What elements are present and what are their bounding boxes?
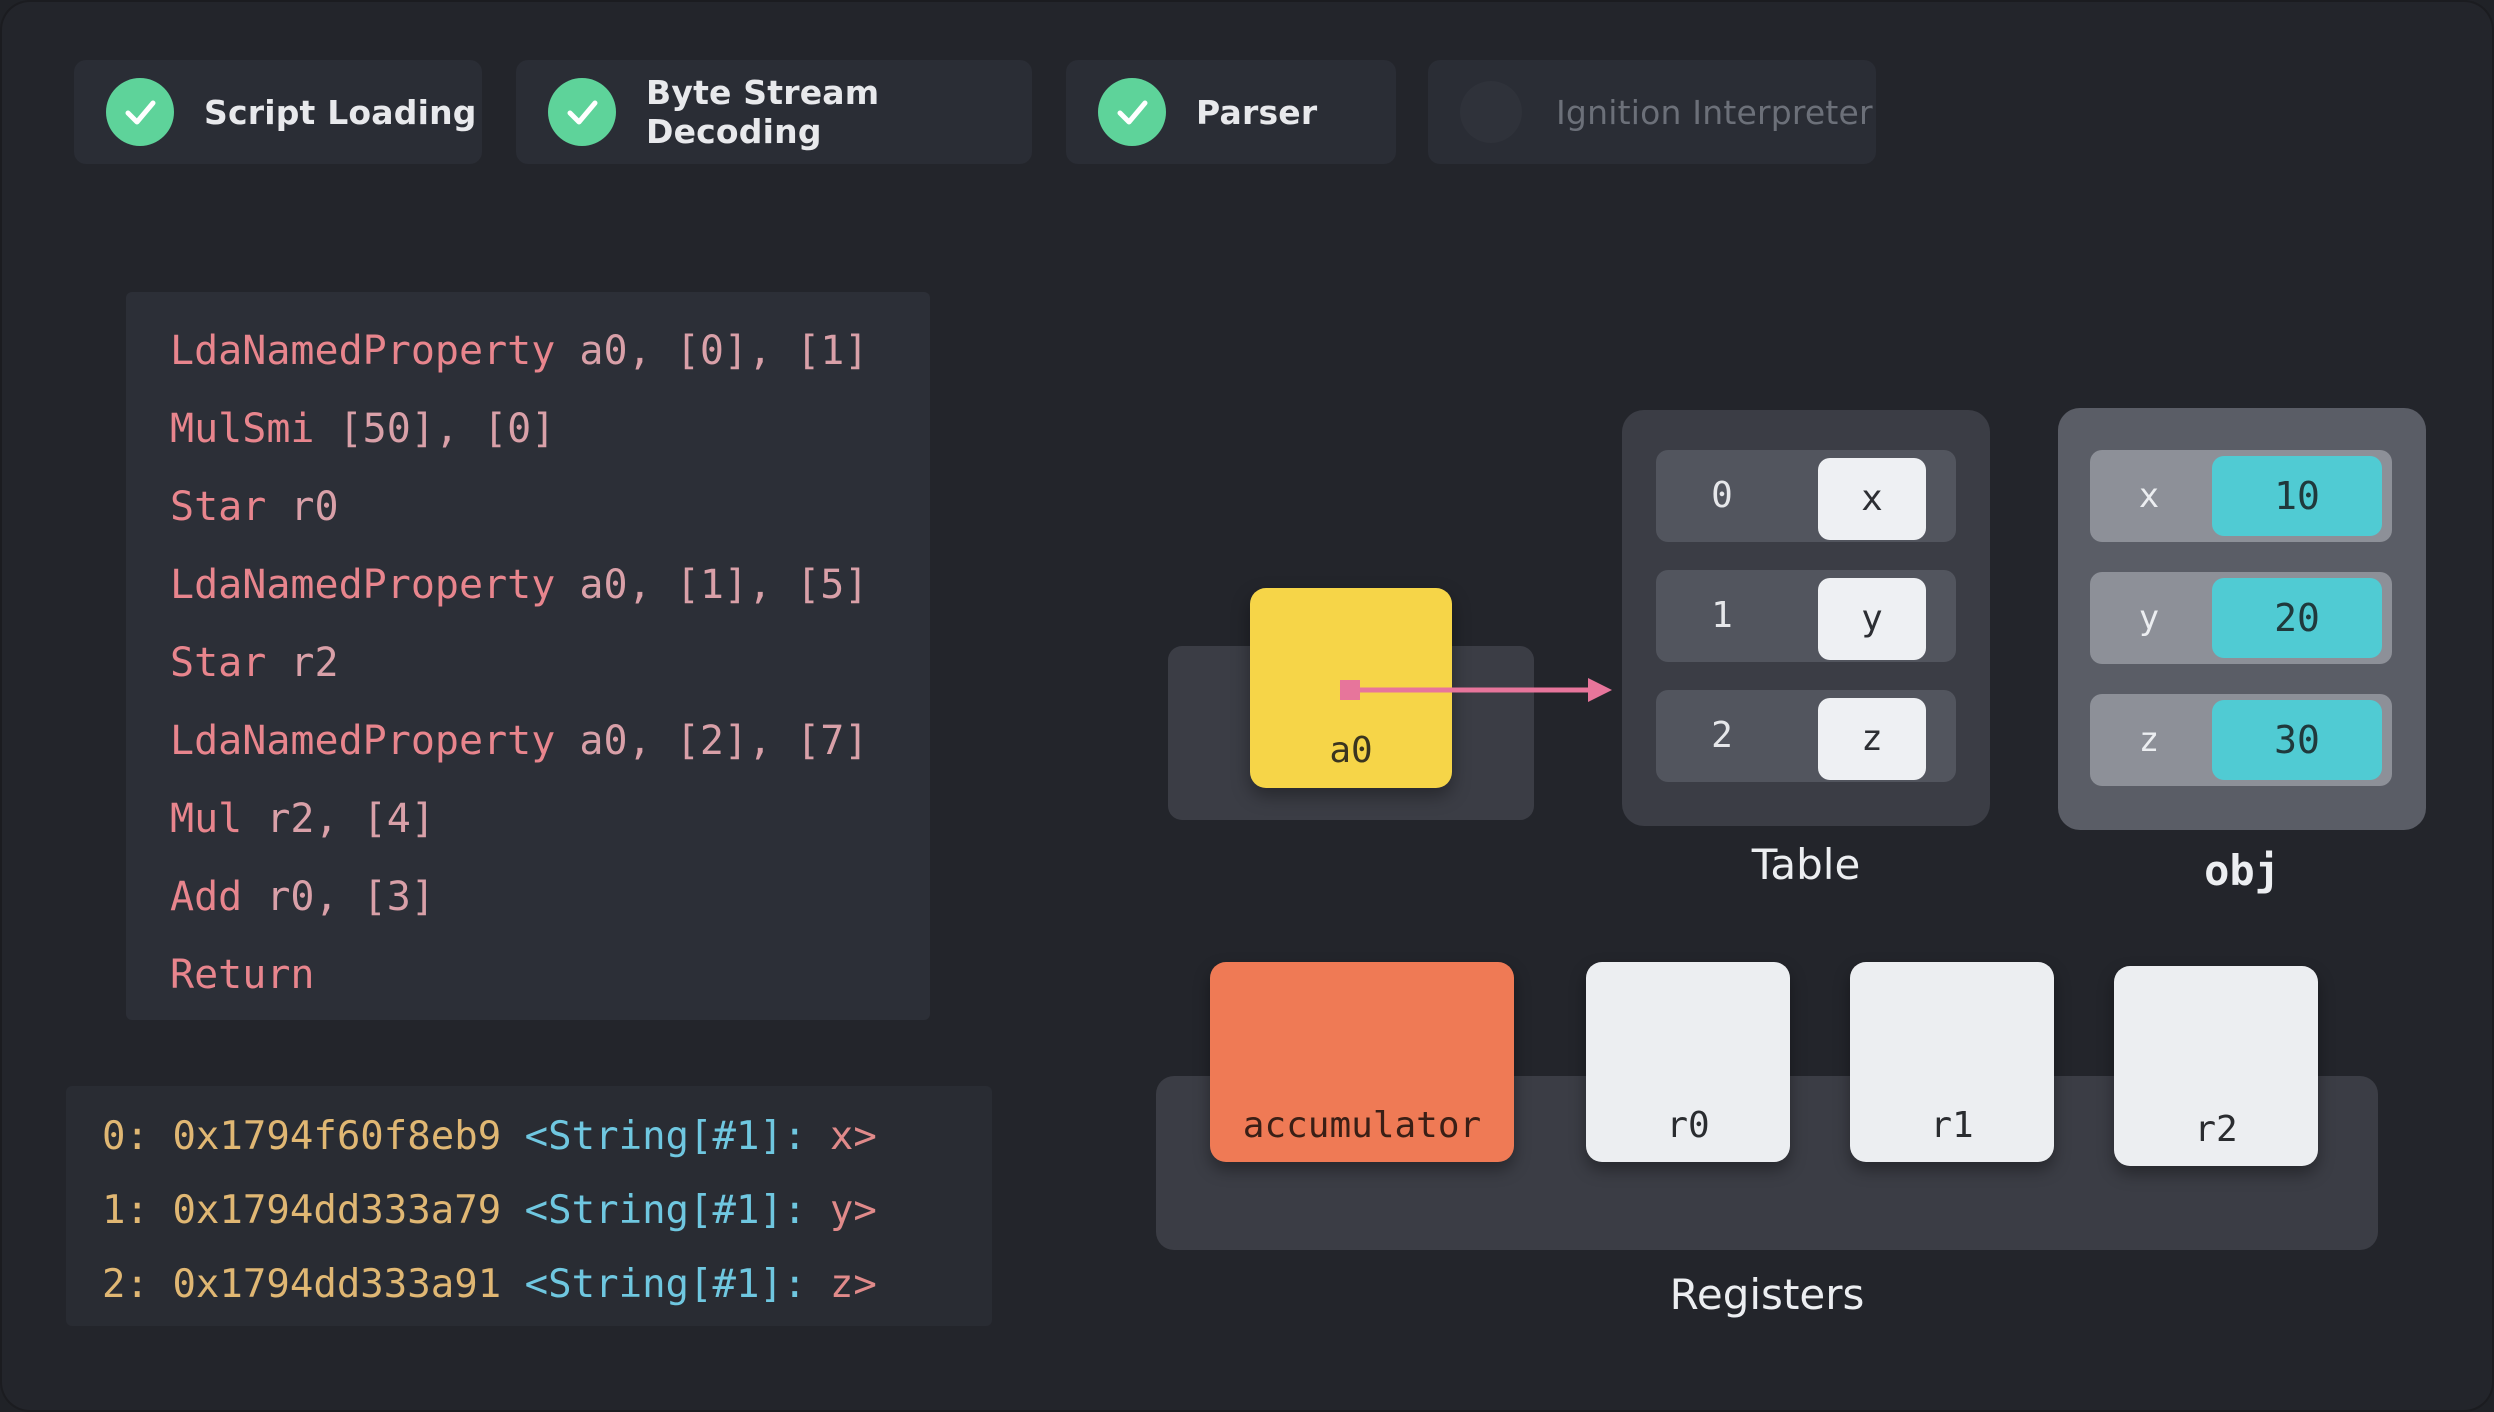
- obj-key: y: [2138, 598, 2160, 638]
- a0-label: a0: [1329, 730, 1373, 771]
- bytecode-line: LdaNamedProperty a0, [0], [1]: [170, 312, 930, 390]
- table-row: 0 x: [1656, 450, 1956, 542]
- entry-value: x>: [829, 1114, 877, 1159]
- operands: r2, [4]: [266, 796, 435, 842]
- pointer-arrow-icon: [1340, 678, 1612, 702]
- operands: a0, [1], [5]: [579, 562, 869, 608]
- table-key: x: [1818, 458, 1926, 540]
- opcode: LdaNamedProperty: [170, 562, 556, 608]
- opcode: LdaNamedProperty: [170, 328, 556, 374]
- bytecode-line: LdaNamedProperty a0, [2], [7]: [170, 702, 930, 780]
- register-accumulator: accumulator: [1210, 962, 1514, 1162]
- obj-value: 30: [2212, 700, 2382, 780]
- entry-address: 0x1794dd333a91: [172, 1262, 502, 1307]
- stage-label: Ignition Interpreter: [1556, 92, 1873, 132]
- register-label: r2: [2194, 1109, 2238, 1150]
- table-key: z: [1818, 698, 1926, 780]
- entry-address: 0x1794f60f8eb9: [172, 1114, 502, 1159]
- register-r1: r1: [1850, 962, 2054, 1162]
- entry-value: y>: [829, 1188, 877, 1233]
- obj-row: y 20: [2090, 572, 2392, 664]
- opcode: Add: [170, 874, 243, 920]
- opcode: Star: [170, 484, 267, 530]
- entry-index: 2:: [102, 1262, 149, 1307]
- bytecode-line: MulSmi [50], [0]: [170, 390, 930, 468]
- entry-type: <String[#1]:: [524, 1114, 807, 1159]
- table-key: y: [1818, 578, 1926, 660]
- obj-caption: obj: [2204, 846, 2280, 895]
- operands: r2: [290, 640, 339, 686]
- table-caption: Table: [1751, 840, 1861, 889]
- register-r0: r0: [1586, 962, 1790, 1162]
- register-label: r1: [1930, 1105, 1974, 1146]
- constant-pool-entry: 1: 0x1794dd333a79 <String[#1]: y>: [102, 1174, 992, 1248]
- register-label: accumulator: [1242, 1105, 1482, 1146]
- entry-address: 0x1794dd333a79: [172, 1188, 502, 1233]
- operands: [50], [0]: [338, 406, 556, 452]
- table-index: 2: [1711, 715, 1733, 756]
- bytecode-line: Add r0, [3]: [170, 858, 930, 936]
- stage-label: Parser: [1196, 92, 1318, 132]
- entry-index: 1:: [102, 1188, 149, 1233]
- bytecode-line: Mul r2, [4]: [170, 780, 930, 858]
- stage-parser: Parser: [1066, 60, 1396, 164]
- table-index: 0: [1711, 475, 1733, 516]
- pending-circle-icon: [1460, 81, 1522, 143]
- entry-type: <String[#1]:: [524, 1188, 807, 1233]
- bytecode-line: LdaNamedProperty a0, [1], [5]: [170, 546, 930, 624]
- operands: r0: [290, 484, 339, 530]
- operands: a0, [0], [1]: [579, 328, 869, 374]
- obj-row: z 30: [2090, 694, 2392, 786]
- opcode: MulSmi: [170, 406, 315, 452]
- check-icon: [548, 78, 616, 146]
- stage-label: Byte Stream Decoding: [646, 73, 880, 151]
- bytecode-line: Return: [170, 936, 930, 1014]
- bytecode-line: Star r0: [170, 468, 930, 546]
- obj-row: x 10: [2090, 450, 2392, 542]
- table-row: 1 y: [1656, 570, 1956, 662]
- register-r2: r2: [2114, 966, 2318, 1166]
- check-icon: [106, 78, 174, 146]
- operands: a0, [2], [7]: [579, 718, 869, 764]
- stage-byte-stream-decoding: Byte Stream Decoding: [516, 60, 1032, 164]
- entry-index: 0:: [102, 1114, 149, 1159]
- stage-ignition-interpreter: Ignition Interpreter: [1428, 60, 1876, 164]
- opcode: Star: [170, 640, 267, 686]
- table-index: 1: [1711, 595, 1733, 636]
- constant-pool-entry: 0: 0x1794f60f8eb9 <String[#1]: x>: [102, 1100, 992, 1174]
- registers-caption: Registers: [1669, 1270, 1865, 1319]
- obj-key: x: [2138, 476, 2160, 516]
- bytecode-panel: LdaNamedProperty a0, [0], [1] MulSmi [50…: [126, 292, 930, 1020]
- obj-key: z: [2138, 720, 2160, 760]
- entry-value: z>: [829, 1262, 877, 1307]
- opcode: Mul: [170, 796, 243, 842]
- stage-script-loading: Script Loading: [74, 60, 482, 164]
- bytecode-line: Star r2: [170, 624, 930, 702]
- constant-pool-entry: 2: 0x1794dd333a91 <String[#1]: z>: [102, 1248, 992, 1322]
- obj-value: 20: [2212, 578, 2382, 658]
- entry-type: <String[#1]:: [524, 1262, 807, 1307]
- constant-pool-panel: 0: 0x1794f60f8eb9 <String[#1]: x> 1: 0x1…: [66, 1086, 992, 1326]
- check-icon: [1098, 78, 1166, 146]
- register-label: r0: [1666, 1105, 1710, 1146]
- obj-value: 10: [2212, 456, 2382, 536]
- opcode: LdaNamedProperty: [170, 718, 556, 764]
- operands: r0, [3]: [266, 874, 435, 920]
- table-row: 2 z: [1656, 690, 1956, 782]
- opcode: Return: [170, 952, 315, 998]
- stage-label: Script Loading: [204, 92, 477, 132]
